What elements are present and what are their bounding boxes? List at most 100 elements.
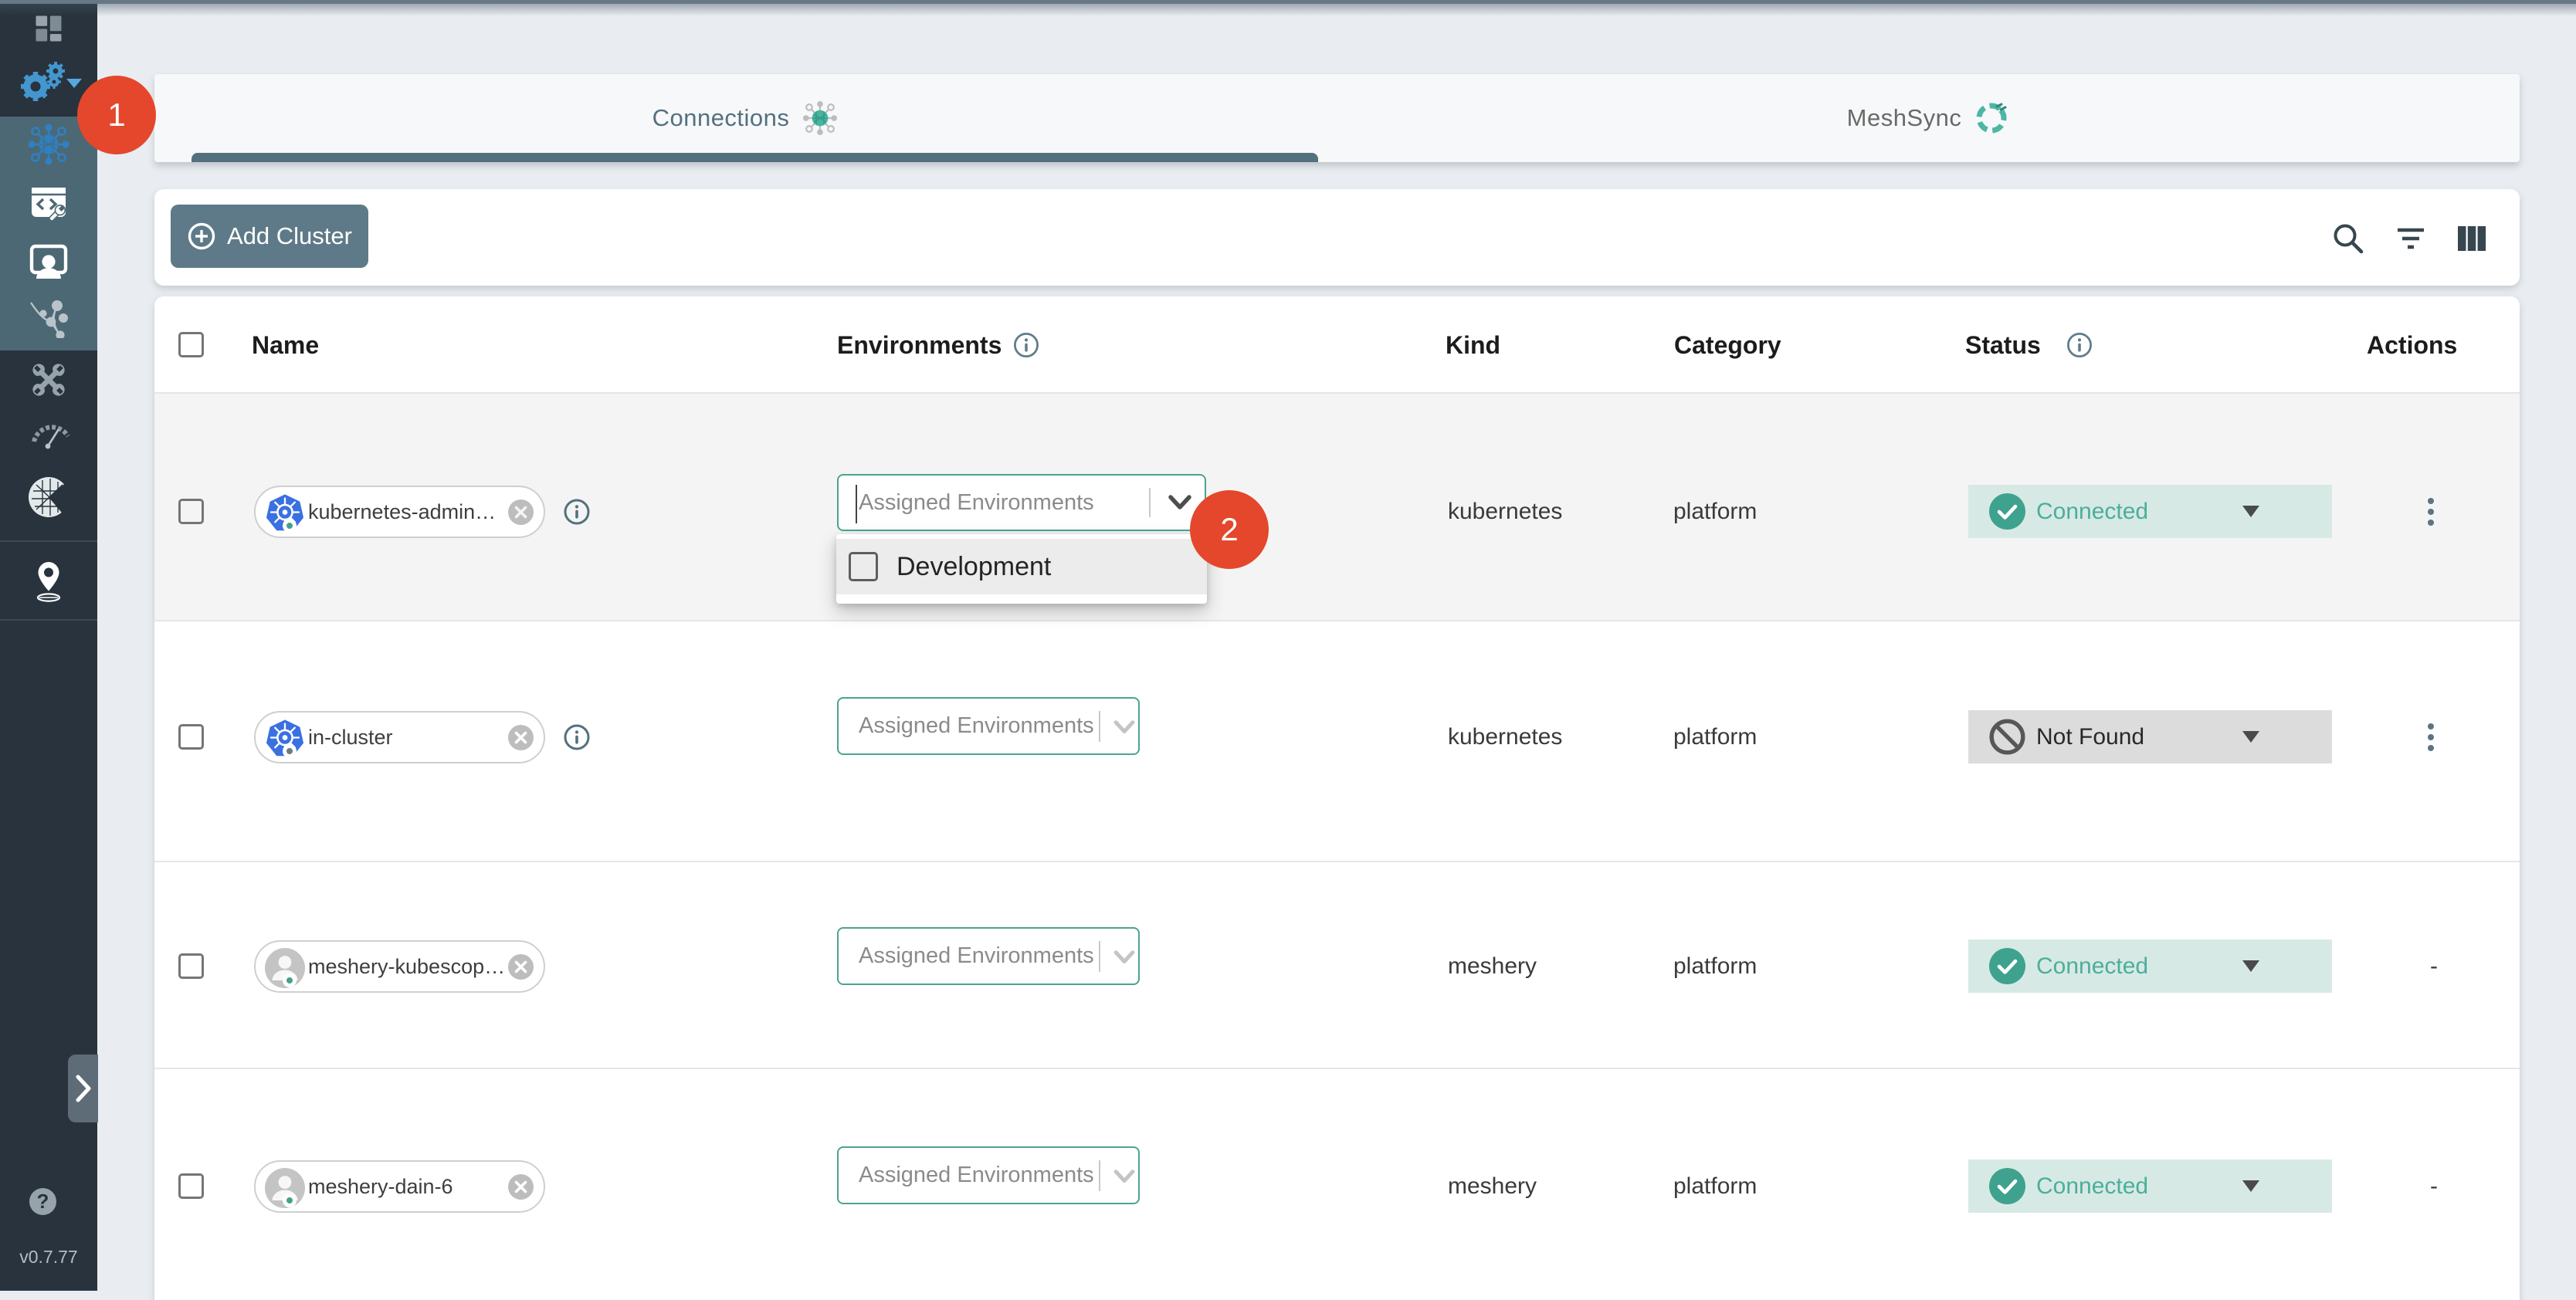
category-cell: platform xyxy=(1673,1171,1757,1202)
row-actions-menu[interactable] xyxy=(2420,723,2442,751)
column-header-category[interactable]: Category xyxy=(1674,296,1781,394)
category-cell: platform xyxy=(1673,722,1757,753)
sidebar-item-configuration[interactable] xyxy=(0,358,97,401)
sidebar-item-location[interactable] xyxy=(0,557,97,605)
close-icon[interactable] xyxy=(508,725,534,750)
tab-meshsync-label: MeshSync xyxy=(1847,104,1962,132)
column-header-status[interactable]: Status xyxy=(1965,296,2041,394)
adapter-window-icon xyxy=(27,181,70,225)
status-caret-icon xyxy=(2242,506,2259,517)
row-checkbox[interactable] xyxy=(178,724,204,750)
chevron-down-icon[interactable] xyxy=(1163,493,1197,514)
status-chip[interactable]: Connected xyxy=(1968,939,2332,993)
environments-select[interactable]: Assigned Environments xyxy=(837,927,1140,985)
status-chip[interactable]: Not Found xyxy=(1968,710,2332,763)
row-checkbox[interactable] xyxy=(178,499,204,524)
status-label: Connected xyxy=(2036,1160,2148,1213)
select-all-checkbox[interactable] xyxy=(178,332,204,357)
select-divider xyxy=(1149,488,1151,517)
text-cursor xyxy=(856,485,857,523)
help-button[interactable]: ? xyxy=(29,1188,56,1215)
table-row: in-cluster Assigned Environments kuberne… xyxy=(154,621,2520,862)
columns-icon[interactable] xyxy=(2454,221,2490,256)
sidebar-item-extensions[interactable] xyxy=(0,474,97,520)
environments-dropdown-menu: Development xyxy=(836,534,1207,604)
status-chip[interactable]: Connected xyxy=(1968,485,2332,538)
filter-icon[interactable] xyxy=(2393,221,2429,256)
tab-connections-label: Connections xyxy=(652,104,790,132)
sidebar-divider xyxy=(0,619,97,621)
connection-chip[interactable]: kubernetes-admin… xyxy=(254,486,545,538)
row-checkbox[interactable] xyxy=(178,1173,204,1199)
dropdown-option-development[interactable]: Development xyxy=(836,539,1207,594)
table-row: meshery-kubescop… Assigned Environments … xyxy=(154,862,2520,1069)
check-circle-icon xyxy=(1989,493,2025,530)
not-found-icon xyxy=(1989,719,2025,755)
search-icon[interactable] xyxy=(2330,221,2366,256)
status-info-icon[interactable] xyxy=(2066,332,2093,358)
status-chip[interactable]: Connected xyxy=(1968,1160,2332,1213)
tab-connections[interactable]: Connections xyxy=(154,74,1337,162)
help-icon: ? xyxy=(37,1190,49,1214)
status-label: Not Found xyxy=(2036,710,2144,763)
environments-select[interactable]: Assigned Environments xyxy=(837,697,1140,755)
close-icon[interactable] xyxy=(508,499,534,525)
environments-placeholder: Assigned Environments xyxy=(859,476,1094,530)
connection-chip[interactable]: meshery-kubescop… xyxy=(254,940,545,993)
option-checkbox[interactable] xyxy=(849,552,878,581)
column-header-name[interactable]: Name xyxy=(252,296,319,394)
sidebar-item-service-mesh[interactable] xyxy=(0,296,97,338)
category-cell: platform xyxy=(1673,951,1757,982)
row-actions-none: - xyxy=(2420,951,2448,982)
info-icon[interactable] xyxy=(564,724,590,750)
connection-name: meshery-kubescop… xyxy=(308,942,503,991)
select-divider xyxy=(1099,711,1100,742)
screen-user-icon xyxy=(26,240,71,283)
sidebar-item-profiles[interactable] xyxy=(0,239,97,284)
status-caret-icon xyxy=(2242,731,2259,743)
sidebar-item-performance[interactable] xyxy=(0,415,97,454)
app-version: v0.7.77 xyxy=(0,1247,97,1268)
status-label: Connected xyxy=(2036,939,2148,993)
environments-select[interactable]: Assigned Environments xyxy=(837,1146,1140,1204)
row-actions-menu[interactable] xyxy=(2420,498,2442,526)
annotation-step-1: 1 xyxy=(77,76,156,154)
info-icon[interactable] xyxy=(564,499,590,525)
table-row: meshery-dain-6 Assigned Environments mes… xyxy=(154,1069,2520,1300)
select-divider xyxy=(1099,1160,1100,1191)
connection-status-dot xyxy=(283,744,297,758)
environments-placeholder: Assigned Environments xyxy=(859,699,1094,753)
chevron-down-icon[interactable] xyxy=(1109,718,1140,738)
select-divider xyxy=(1099,941,1100,972)
chevron-down-icon[interactable] xyxy=(1109,1167,1140,1187)
sidebar-item-adapters[interactable] xyxy=(0,181,97,225)
column-header-environments[interactable]: Environments xyxy=(837,296,1002,394)
status-caret-icon xyxy=(2242,960,2259,972)
close-icon[interactable] xyxy=(508,954,534,980)
kind-cell: meshery xyxy=(1448,951,1537,982)
table-row: kubernetes-admin… Assigned Environments … xyxy=(154,394,2520,621)
column-header-kind[interactable]: Kind xyxy=(1446,296,1500,394)
chevron-down-icon xyxy=(66,79,82,88)
environments-select[interactable]: Assigned Environments xyxy=(837,474,1206,531)
add-cluster-button[interactable]: Add Cluster xyxy=(171,205,368,268)
annotation-step-2: 2 xyxy=(1190,490,1269,569)
close-icon[interactable] xyxy=(508,1174,534,1200)
environments-placeholder: Assigned Environments xyxy=(859,929,1094,983)
environments-info-icon[interactable] xyxy=(1013,332,1039,358)
connection-name: kubernetes-admin… xyxy=(308,487,503,537)
row-checkbox[interactable] xyxy=(178,953,204,979)
tab-active-indicator xyxy=(192,153,1318,162)
connections-network-icon xyxy=(26,122,71,167)
connection-status-dot xyxy=(283,519,297,533)
mesh-pie-icon xyxy=(25,474,72,520)
tab-meshsync[interactable]: MeshSync xyxy=(1337,74,2520,162)
connection-chip[interactable]: meshery-dain-6 xyxy=(254,1160,545,1213)
connection-chip[interactable]: in-cluster xyxy=(254,711,545,763)
connection-status-dot xyxy=(283,1193,297,1207)
sidebar-expand-button[interactable] xyxy=(68,1055,98,1122)
kind-cell: kubernetes xyxy=(1448,722,1562,753)
kind-cell: kubernetes xyxy=(1448,496,1562,527)
gears-icon xyxy=(15,60,82,105)
chevron-down-icon[interactable] xyxy=(1109,948,1140,968)
